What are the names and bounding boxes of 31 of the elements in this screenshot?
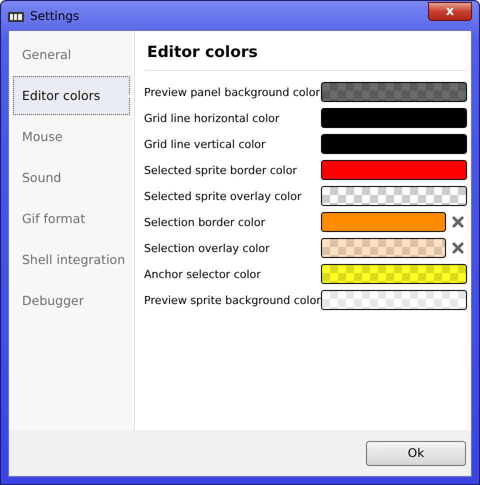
color-swatch[interactable] — [321, 108, 467, 128]
color-swatch[interactable] — [321, 264, 467, 284]
setting-label: Anchor selector color — [144, 268, 262, 280]
color-swatch[interactable] — [321, 82, 467, 102]
sidebar-item[interactable]: Shell integration — [13, 240, 130, 279]
setting-label: Preview panel background color — [144, 86, 321, 98]
sidebar-item[interactable]: Sound — [13, 158, 130, 197]
sidebar-item[interactable]: Mouse — [13, 117, 130, 156]
setting-label: Selected sprite border color — [144, 164, 298, 176]
sidebar-item[interactable]: Debugger — [13, 281, 130, 320]
color-swatch[interactable] — [321, 186, 467, 206]
color-swatch[interactable] — [321, 160, 467, 180]
sidebar-item[interactable]: Gif format — [13, 199, 130, 238]
color-swatch[interactable] — [321, 238, 446, 258]
setting-label: Preview sprite background color — [144, 294, 321, 306]
color-swatch[interactable] — [321, 290, 467, 310]
setting-label: Selected sprite overlay color — [144, 190, 302, 202]
ok-button[interactable]: Ok — [366, 440, 466, 466]
setting-label: Selection overlay color — [144, 242, 271, 254]
color-swatch[interactable] — [321, 134, 467, 154]
color-swatch[interactable] — [321, 212, 446, 232]
setting-label: Grid line vertical color — [144, 138, 267, 150]
clear-icon[interactable] — [452, 216, 464, 228]
setting-label: Grid line horizontal color — [144, 112, 280, 124]
close-button[interactable]: x — [428, 2, 472, 21]
sidebar-item[interactable]: General — [13, 35, 130, 74]
page-title: Editor colors — [144, 41, 467, 71]
setting-label: Selection border color — [144, 216, 266, 228]
window-title: Settings — [30, 8, 80, 22]
app-icon — [8, 10, 24, 22]
clear-icon[interactable] — [452, 242, 464, 254]
